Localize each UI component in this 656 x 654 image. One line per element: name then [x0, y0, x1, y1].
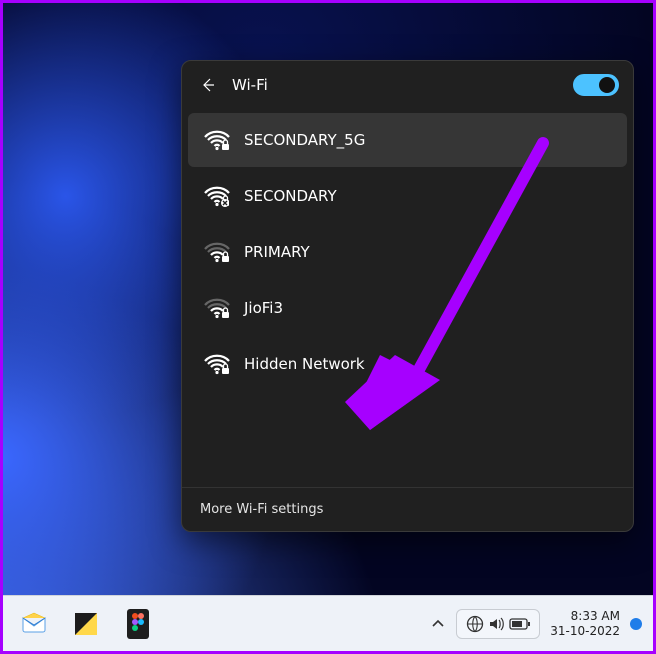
wifi-network-item[interactable]: Hidden Network [188, 337, 627, 391]
taskbar-app-mail[interactable] [12, 604, 56, 644]
wifi-signal-icon [204, 241, 230, 263]
taskbar: 8:33 AM 31-10-2022 [0, 595, 656, 651]
wifi-network-list: SECONDARY_5G SECONDARY PRIMARY JioFi3 Hi… [182, 107, 633, 487]
notification-indicator[interactable] [630, 618, 642, 630]
wifi-toggle-knob [599, 77, 615, 93]
wifi-ssid-label: SECONDARY [244, 187, 337, 205]
sticky-note-icon [73, 611, 99, 637]
taskbar-time: 8:33 AM [550, 609, 620, 623]
taskbar-right: 8:33 AM 31-10-2022 [422, 609, 648, 639]
flyout-title: Wi-Fi [232, 76, 561, 94]
wifi-signal-icon [204, 185, 230, 207]
battery-icon [509, 616, 531, 632]
tray-overflow-chevron[interactable] [422, 617, 454, 631]
wifi-ssid-label: JioFi3 [244, 299, 283, 317]
wifi-ssid-label: Hidden Network [244, 355, 365, 373]
taskbar-clock[interactable]: 8:33 AM 31-10-2022 [542, 609, 628, 638]
figma-icon [127, 609, 149, 639]
chevron-up-icon [431, 617, 445, 631]
wifi-network-item[interactable]: SECONDARY [188, 169, 627, 223]
wifi-network-item[interactable]: SECONDARY_5G [188, 113, 627, 167]
wifi-signal-icon [204, 297, 230, 319]
wifi-flyout-header: Wi-Fi [182, 61, 633, 107]
network-icon [465, 614, 485, 634]
taskbar-date: 31-10-2022 [550, 624, 620, 638]
back-button[interactable] [196, 73, 220, 97]
wifi-ssid-label: SECONDARY_5G [244, 131, 365, 149]
back-arrow-icon [200, 77, 216, 93]
more-wifi-settings-label: More Wi-Fi settings [200, 502, 323, 517]
taskbar-pinned-apps [12, 604, 160, 644]
wifi-network-item[interactable]: JioFi3 [188, 281, 627, 335]
mail-icon [20, 610, 48, 638]
wifi-signal-icon [204, 129, 230, 151]
wifi-flyout-panel: Wi-Fi SECONDARY_5G SECONDARY PRIMARY Jio… [181, 60, 634, 532]
volume-icon [487, 614, 507, 634]
taskbar-app-sticky-notes[interactable] [64, 604, 108, 644]
wifi-ssid-label: PRIMARY [244, 243, 310, 261]
wifi-signal-icon [204, 353, 230, 375]
systray-quick-settings[interactable] [456, 609, 540, 639]
wifi-toggle[interactable] [573, 74, 619, 96]
wifi-network-item[interactable]: PRIMARY [188, 225, 627, 279]
taskbar-app-figma[interactable] [116, 604, 160, 644]
more-wifi-settings-link[interactable]: More Wi-Fi settings [182, 487, 633, 531]
